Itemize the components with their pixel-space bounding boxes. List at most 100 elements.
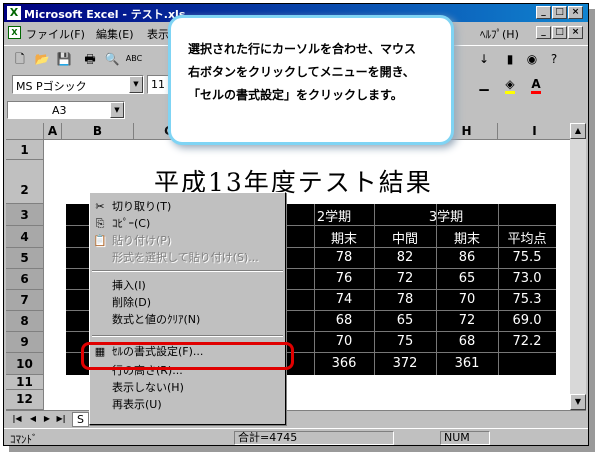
prev-sheet-icon[interactable]: ◀ [26,412,40,426]
row-header-6[interactable]: 6 [6,269,44,290]
next-sheet-icon[interactable]: ▶ [40,412,54,426]
maximize-button[interactable]: □ [552,6,567,19]
scroll-up-icon[interactable]: ▲ [570,123,586,139]
new-icon[interactable]: 🗋 [10,49,30,69]
row-header-9[interactable]: 9 [6,332,44,353]
close-button[interactable]: × [568,6,583,19]
fill-color-icon[interactable]: ◈ [500,74,520,94]
row-header-11[interactable]: 11 [6,375,44,390]
table-cell[interactable]: 76 [314,271,374,286]
minimize-button[interactable]: _ [536,6,551,19]
table-cell[interactable]: 75.3 [498,292,556,307]
menu-file[interactable]: ファイル(F) [26,26,85,42]
table-cell[interactable]: 372 [375,356,435,371]
print-icon[interactable]: 🖶 [80,49,100,69]
menu-unhide[interactable]: 再表示(U) [90,396,285,413]
table-cell[interactable]: 361 [437,356,497,371]
row-header-8[interactable]: 8 [6,311,44,332]
menu-edit[interactable]: 編集(E) [96,26,134,42]
status-sum: 合計=4745 [234,431,394,445]
chevron-down-icon[interactable]: ▼ [110,102,124,118]
doc-close-button[interactable]: × [568,26,583,39]
row-header-2[interactable]: 2 [6,160,44,204]
menu-cut-label: 切り取り(T) [112,200,172,213]
table-cell[interactable]: 68 [437,334,497,349]
workbook-icon[interactable]: X [8,26,21,39]
scissors-icon: ✂ [95,200,105,213]
header-term3: 3学期 [428,210,464,225]
help-icon[interactable]: ? [544,49,564,69]
column-header-b[interactable]: B [62,123,134,140]
menu-help[interactable]: ﾍﾙﾌﾟ(H) [480,26,519,42]
row-header-7[interactable]: 7 [6,290,44,311]
instruction-callout: 選択された行にカーソルを合わせ、マウス 右ボタンをクリックしてメニューを開き、 … [168,15,454,145]
table-cell[interactable]: 86 [437,250,497,265]
chevron-down-icon[interactable]: ▼ [129,76,143,93]
menu-view[interactable]: 表示 [147,26,169,42]
table-cell[interactable]: 74 [314,292,374,307]
row-header-4[interactable]: 4 [6,226,44,248]
menu-copy-label: ｺﾋﾟｰ(C) [112,217,151,230]
header-final-3: 期末 [453,232,480,247]
table-cell[interactable]: 72 [375,271,435,286]
column-header-i[interactable]: I [498,123,572,140]
table-cell[interactable]: 75.5 [498,250,556,265]
open-icon[interactable]: 📂 [32,49,52,69]
font-color-icon[interactable]: A [526,74,546,94]
menu-clear-contents[interactable]: 数式と値のｸﾘｱ(N) [90,311,285,328]
borders-icon[interactable]: ▁ [474,74,494,94]
row-header-3[interactable]: 3 [6,204,44,226]
header-midterm-3: 中間 [391,232,418,247]
scroll-down-icon[interactable]: ▼ [570,394,586,410]
table-cell[interactable]: 73.0 [498,271,556,286]
table-cell[interactable]: 65 [437,271,497,286]
chart-icon[interactable]: ▮ [500,49,520,69]
column-header-a[interactable]: A [44,123,62,140]
table-cell[interactable]: 78 [375,292,435,307]
row-header-1[interactable]: 1 [6,140,44,160]
table-cell[interactable]: 70 [437,292,497,307]
vertical-scrollbar[interactable]: ▲ ▼ [570,123,586,410]
save-icon[interactable]: 💾 [54,49,74,69]
table-cell[interactable]: 72 [437,313,497,328]
table-cell[interactable]: 70 [314,334,374,349]
doc-restore-button[interactable]: □ [552,26,567,39]
doc-minimize-button[interactable]: _ [536,26,551,39]
menu-hide[interactable]: 表示しない(H) [90,379,285,396]
spell-icon[interactable]: ABC [124,49,144,69]
table-cell[interactable]: 78 [314,250,374,265]
callout-line-1: 選択された行にカーソルを合わせ、マウス [188,42,417,56]
table-cell[interactable]: 65 [375,313,435,328]
sort-icon[interactable]: ↓ [474,49,494,69]
menu-copy[interactable]: ⎘ ｺﾋﾟｰ(C) [90,215,285,232]
menu-cut[interactable]: ✂ 切り取り(T) [90,198,285,215]
table-cell[interactable]: 72.2 [498,334,556,349]
sheet-tab[interactable]: S [72,412,89,427]
table-cell[interactable]: 75 [375,334,435,349]
window-title: Microsoft Excel - テスト.xls [24,8,186,21]
map-icon[interactable]: ◉ [522,49,542,69]
row-header-10[interactable]: 10 [6,353,44,375]
preview-icon[interactable]: 🔍 [102,49,122,69]
table-cell[interactable]: 69.0 [498,313,556,328]
font-name-combo[interactable]: MS Pゴシック ▼ [12,75,144,94]
status-bar: ｺﾏﾝﾄﾞ 合計=4745 NUM [4,428,588,446]
table-cell[interactable]: 366 [314,356,374,371]
table-cell[interactable]: 68 [314,313,374,328]
row-header-5[interactable]: 5 [6,248,44,269]
last-sheet-icon[interactable]: ▶| [54,412,68,426]
status-num: NUM [440,431,490,445]
first-sheet-icon[interactable]: |◀ [10,412,24,426]
name-box-value: A3 [52,104,67,117]
status-mode: ｺﾏﾝﾄﾞ [10,433,38,446]
menu-delete-label: 削除(D) [112,296,152,309]
row-header-12[interactable]: 12 [6,390,44,410]
menu-paste-special-label: 形式を選択して貼り付け(S)... [112,251,259,264]
menu-insert[interactable]: 挿入(I) [90,277,285,294]
table-cell[interactable]: 82 [375,250,435,265]
name-box[interactable]: A3 ▼ [7,101,125,119]
menu-delete[interactable]: 削除(D) [90,294,285,311]
excel-app-icon[interactable]: X [7,6,21,20]
highlight-ring [81,342,294,370]
select-all-corner[interactable] [6,123,44,140]
